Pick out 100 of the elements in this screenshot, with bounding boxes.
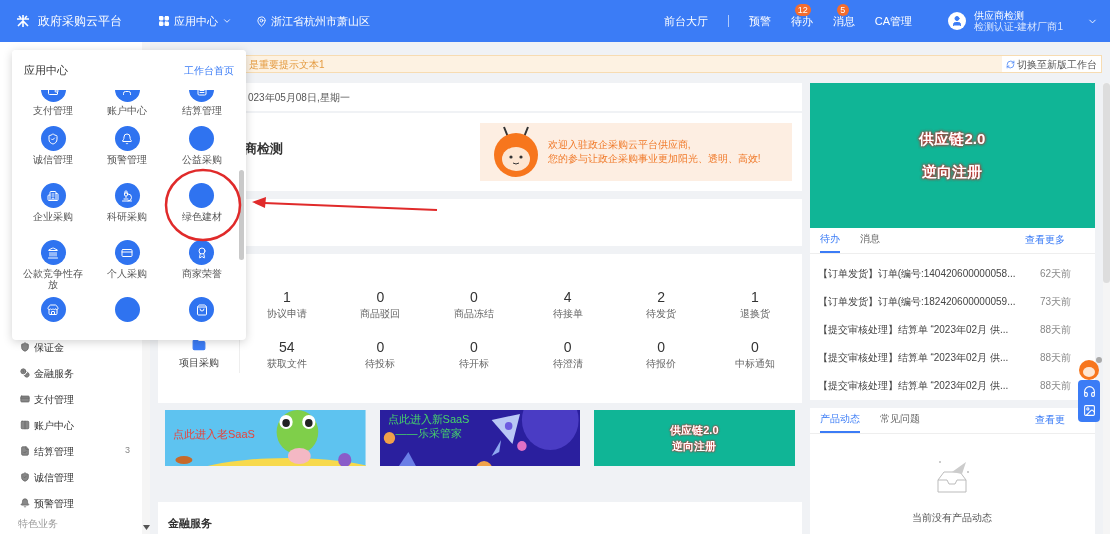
scroll-thumb[interactable] (239, 170, 244, 260)
row-label: 项目采购 (178, 356, 219, 370)
app-item[interactable]: 账户中心 (90, 90, 165, 120)
sidebar-item[interactable]: 预警管理 (0, 490, 142, 516)
time-text: 88天前 (1039, 378, 1071, 393)
popup-title: 应用中心 (24, 62, 68, 78)
stat-item[interactable]: 54 获取文件 (240, 337, 334, 371)
image-icon[interactable] (1082, 404, 1096, 417)
sidebar-item[interactable]: 支付管理 (0, 386, 142, 412)
stat-item[interactable]: 2 待发货 (614, 287, 708, 321)
sidebar-item[interactable]: 结算管理 3 (0, 438, 142, 464)
app-icon (115, 297, 140, 322)
app-item[interactable]: 企业采购 (16, 183, 91, 234)
logo-icon (16, 14, 30, 28)
app-item[interactable]: 公款竞争性存放 (16, 240, 91, 291)
menu-icon (20, 342, 30, 352)
switch-workbench-link[interactable]: 切换至新版工作台 (1002, 56, 1101, 72)
time-text: 88天前 (1039, 322, 1071, 337)
location-icon (256, 15, 267, 27)
app-item[interactable]: 商家荣誉 (164, 240, 239, 291)
time-text: 73天前 (1039, 294, 1071, 309)
nav-link[interactable]: CA管理 (874, 14, 913, 27)
sidebar-item[interactable]: 保证金 (0, 334, 142, 360)
location-selector[interactable]: 浙江省杭州市萧山区 (256, 12, 370, 30)
notice-text: 是重要提示文本1 (249, 57, 325, 72)
banner-text: 点此进入老SaaS (173, 427, 255, 442)
user-name: 供应商检测 (974, 10, 1025, 21)
section-heading: 特色业务 (17, 517, 59, 531)
app-icon (40, 297, 66, 322)
page-scrollbar[interactable] (1103, 83, 1110, 534)
menu-icon (20, 472, 30, 482)
nav-link[interactable]: 待办 (790, 14, 813, 27)
menu-icon (20, 394, 30, 404)
app-item[interactable]: 科研采购 (90, 183, 165, 234)
caret-icon (222, 16, 232, 26)
stat-item[interactable]: 0 待澄清 (520, 337, 615, 371)
menu-icon (20, 446, 30, 456)
section-title: 金融服务 (168, 517, 212, 529)
stat-item[interactable]: 0 待投标 (333, 337, 428, 371)
todo-item[interactable]: 【订单发货】订单(编号:182420600000059... 73天前 (809, 287, 1071, 315)
todo-item[interactable]: 【提交审核处理】结算单 “2023年02月 供... 88天前 (809, 343, 1071, 371)
app-item[interactable]: 公益采购 (164, 126, 239, 177)
stat-item[interactable]: 4 待接单 (520, 287, 615, 321)
nav-link[interactable]: 消息 (832, 14, 855, 27)
view-more-link[interactable]: 查看更多 (1025, 232, 1065, 253)
app-icon (189, 183, 215, 208)
workbench-home-link[interactable]: 工作台首页 (184, 62, 234, 78)
stat-item[interactable]: 0 商品驳回 (333, 287, 428, 321)
user-role: 检测认证-建材厂商1 (974, 21, 1063, 32)
app-item[interactable]: 诚信管理 (16, 126, 91, 177)
app-icon (40, 183, 66, 208)
app-item[interactable]: 结算管理 (164, 90, 239, 120)
banner[interactable]: 点此进入新SaaS ——乐采管家 (379, 410, 581, 466)
stat-item[interactable]: 1 退换货 (708, 287, 802, 321)
tab[interactable]: 常见问题 (879, 411, 920, 433)
stat-item[interactable]: 0 中标通知 (708, 337, 802, 371)
tab[interactable]: 产品动态 (819, 411, 860, 433)
app-item[interactable]: 支付管理 (16, 90, 91, 120)
app-icon (189, 297, 215, 322)
sidebar-item[interactable]: 金融服务 (0, 360, 142, 386)
count-label: 3 (125, 444, 130, 458)
scroll-down-icon (142, 525, 150, 530)
empty-message: 当前没有产品动态 (912, 511, 993, 525)
app-center-menu[interactable]: 应用中心 (158, 12, 232, 30)
app-icon (189, 126, 215, 151)
app-item[interactable]: 个人采购 (90, 240, 165, 291)
refresh-icon (1006, 59, 1015, 69)
count-badge: 12 (794, 3, 811, 16)
todo-item[interactable]: 【订单发货】订单(编号:140420600000058... 62天前 (809, 259, 1071, 287)
grid-icon (158, 15, 170, 27)
menu-icon (20, 368, 30, 378)
app-icon (115, 183, 140, 208)
stat-item[interactable]: 0 商品冻结 (427, 287, 521, 321)
sidebar-item[interactable]: 账户中心 (0, 412, 142, 438)
welcome-message: 您的参与让政企采购事业更加阳光、透明、高效! (547, 152, 761, 166)
sidebar-item[interactable]: 诚信管理 (0, 464, 142, 490)
mascot-icon[interactable] (1076, 356, 1102, 380)
time-text: 62天前 (1039, 266, 1071, 281)
tab[interactable]: 消息 (859, 231, 880, 253)
view-more-link[interactable]: 查看更 (1035, 412, 1065, 433)
nav-link[interactable]: 预警 (748, 14, 771, 27)
banner-text: ——乐采管家 (395, 426, 462, 440)
time-text: 88天前 (1039, 350, 1071, 365)
user-avatar[interactable] (948, 12, 967, 30)
stat-item[interactable]: 0 待开标 (427, 337, 521, 371)
app-icon (189, 240, 215, 265)
todo-item[interactable]: 【提交审核处理】结算单 “2023年02月 供... 88天前 (809, 315, 1071, 343)
app-icon (40, 126, 66, 151)
stat-item[interactable]: 0 待报价 (614, 337, 708, 371)
banner-text: 逆向注册 (672, 440, 717, 452)
app-item[interactable]: 预警管理 (90, 126, 165, 177)
welcome-message: 欢迎入驻政企采购云平台供应商, (547, 138, 692, 152)
count-badge: 5 (836, 3, 849, 16)
menu-icon (20, 498, 30, 508)
platform-title: 政府采购云平台 (38, 13, 122, 30)
person-icon (951, 15, 964, 27)
todo-item[interactable]: 【提交审核处理】结算单 “2023年02月 供... 88天前 (809, 371, 1071, 399)
nav-link[interactable]: 前台大厅 (663, 14, 708, 27)
tab[interactable]: 待办 (819, 231, 840, 253)
headset-icon[interactable] (1082, 385, 1096, 398)
